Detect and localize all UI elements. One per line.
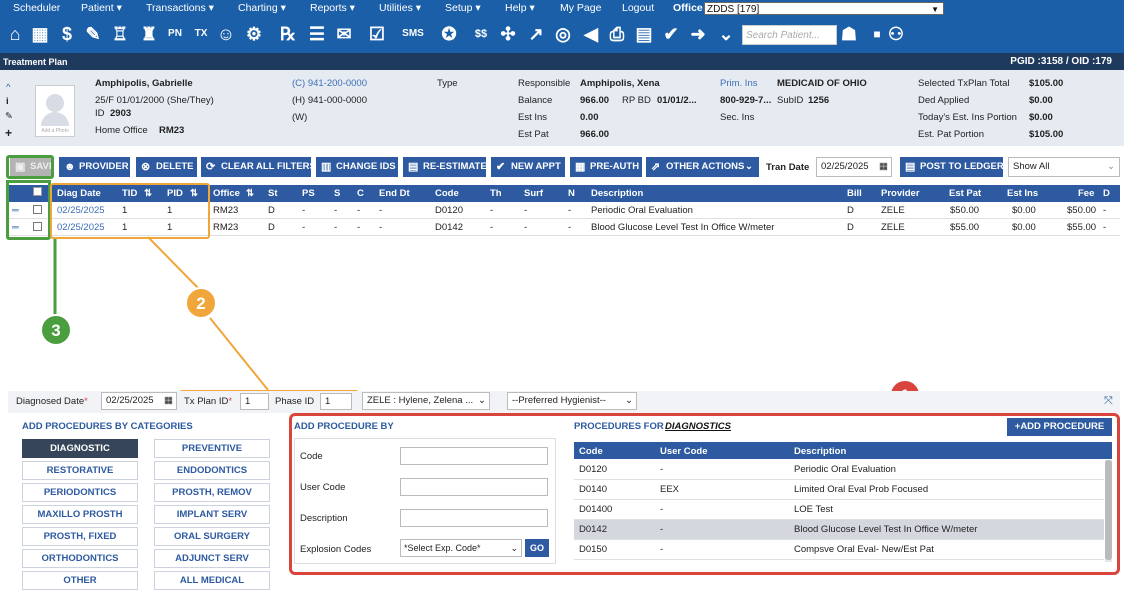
add-procedure-by-form: Code User Code Description Explosion Cod… xyxy=(294,438,556,564)
proc-description: LOE Test xyxy=(794,504,833,515)
category-oral-surgery[interactable]: ORAL SURGERY xyxy=(154,527,270,546)
highlight-checkbox-column xyxy=(6,180,51,240)
provider-select[interactable]: ZELE : Hylene, Zelena ... ⌄ xyxy=(362,392,490,410)
provider-select-value: ZELE : Hylene, Zelena ... xyxy=(367,395,474,406)
chevron-down-icon: ⌄ xyxy=(478,395,486,406)
proc-code: D01400 xyxy=(579,504,613,515)
description-label: Description xyxy=(300,513,348,524)
categories-title: ADD PROCEDURES BY CATEGORIES xyxy=(22,421,193,432)
user-code-label: User Code xyxy=(300,482,346,493)
chevron-down-icon: ⌄ xyxy=(625,395,633,406)
scrollbar[interactable] xyxy=(1105,460,1112,562)
phase-id-label: Phase ID xyxy=(275,396,315,407)
user-code-input[interactable] xyxy=(400,478,548,496)
diagnosis-bar: Diagnosed Date* 02/25/2025 ▦ Tx Plan ID* … xyxy=(8,391,1120,413)
explosion-select[interactable]: *Select Exp. Code* ⌄ xyxy=(400,539,522,557)
procedures-category: DIAGNOSTICS xyxy=(665,421,731,432)
required-marker: * xyxy=(228,396,233,407)
code-label: Code xyxy=(300,451,323,462)
category-orthodontics[interactable]: ORTHODONTICS xyxy=(22,549,138,568)
category-endodontics[interactable]: ENDODONTICS xyxy=(154,461,270,480)
add-by-title: ADD PROCEDURE BY xyxy=(294,421,394,432)
procedures-title: PROCEDURES FOR xyxy=(574,421,664,432)
callout-2: 2 xyxy=(185,287,217,319)
add-procedure-button[interactable]: +ADD PROCEDURE xyxy=(1007,418,1112,436)
proc-description: Blood Glucose Level Test In Office W/met… xyxy=(794,524,978,535)
category-restorative[interactable]: RESTORATIVE xyxy=(22,461,138,480)
go-button[interactable]: GO xyxy=(525,539,549,557)
txplan-id-text: Tx Plan ID xyxy=(184,396,229,407)
proc-description: Limited Oral Eval Prob Focused xyxy=(794,484,929,495)
required-marker: * xyxy=(84,396,88,407)
category-diagnostic[interactable]: DIAGNOSTIC xyxy=(22,439,138,458)
highlight-save xyxy=(6,155,54,179)
explosion-label: Explosion Codes xyxy=(300,544,372,555)
proc-user-code: EEX xyxy=(660,484,680,495)
callout-line-2b xyxy=(209,317,269,391)
proc-user-code: - xyxy=(660,524,664,535)
hygienist-select[interactable]: --Preferred Hygienist-- ⌄ xyxy=(507,392,637,410)
txplan-id-label: Tx Plan ID* xyxy=(184,396,232,407)
list-item[interactable]: D0142 - Blood Glucose Level Test In Office… xyxy=(574,520,1104,540)
proc-code: D0150 xyxy=(579,544,607,555)
list-item[interactable]: D0140 EEX Limited Oral Eval Prob Focused xyxy=(574,480,1104,500)
scrollbar-thumb[interactable] xyxy=(1105,460,1112,560)
procedures-header: Code User Code Description xyxy=(574,442,1112,459)
proc-user-code: - xyxy=(660,464,664,475)
phase-id-input[interactable]: 1 xyxy=(320,393,352,410)
chevron-down-icon: ⌄ xyxy=(510,543,518,553)
col-code: Code xyxy=(579,446,603,457)
proc-code: D0120 xyxy=(579,464,607,475)
diagnosed-date-input[interactable]: 02/25/2025 ▦ xyxy=(101,392,177,410)
category-prosth-fixed[interactable]: PROSTH, FIXED xyxy=(22,527,138,546)
proc-user-code: - xyxy=(660,544,664,555)
calendar-icon[interactable]: ▦ xyxy=(164,393,173,409)
category-periodontics[interactable]: PERIODONTICS xyxy=(22,483,138,502)
list-item[interactable]: D0150 - Compsve Oral Eval- New/Est Pat xyxy=(574,540,1104,560)
category-implant-serv[interactable]: IMPLANT SERV xyxy=(154,505,270,524)
highlight-date-ids xyxy=(50,183,210,239)
callout-3: 3 xyxy=(40,314,72,346)
code-input[interactable] xyxy=(400,447,548,465)
list-item[interactable]: D01400 - LOE Test xyxy=(574,500,1104,520)
list-item[interactable]: D0120 - Periodic Oral Evaluation xyxy=(574,460,1104,480)
category-adjunct-serv[interactable]: ADJUNCT SERV xyxy=(154,549,270,568)
col-description: Description xyxy=(794,446,847,457)
proc-description: Compsve Oral Eval- New/Est Pat xyxy=(794,544,934,555)
proc-description: Periodic Oral Evaluation xyxy=(794,464,896,475)
expand-icon[interactable]: ⤧ xyxy=(1104,395,1113,408)
add-procedure-label: ADD PROCEDURE xyxy=(1020,421,1105,432)
category-other[interactable]: OTHER xyxy=(22,571,138,590)
txplan-id-input[interactable]: 1 xyxy=(240,393,269,410)
proc-user-code: - xyxy=(660,504,664,515)
callout-line-2a xyxy=(147,236,201,291)
explosion-select-value: *Select Exp. Code* xyxy=(404,543,481,553)
proc-code: D0140 xyxy=(579,484,607,495)
category-prosth-remov[interactable]: PROSTH, REMOV xyxy=(154,483,270,502)
diagnosed-date-text: Diagnosed Date xyxy=(16,396,85,407)
diagnosed-date-value: 02/25/2025 xyxy=(106,395,154,406)
col-user-code: User Code xyxy=(660,446,708,457)
category-all-medical[interactable]: ALL MEDICAL xyxy=(154,571,270,590)
category-preventive[interactable]: PREVENTIVE xyxy=(154,439,270,458)
description-input[interactable] xyxy=(400,509,548,527)
proc-code: D0142 xyxy=(579,524,607,535)
category-maxillo-prosth[interactable]: MAXILLO PROSTH xyxy=(22,505,138,524)
hygienist-select-value: --Preferred Hygienist-- xyxy=(512,395,606,406)
diagnosed-date-label: Diagnosed Date* xyxy=(16,396,88,407)
